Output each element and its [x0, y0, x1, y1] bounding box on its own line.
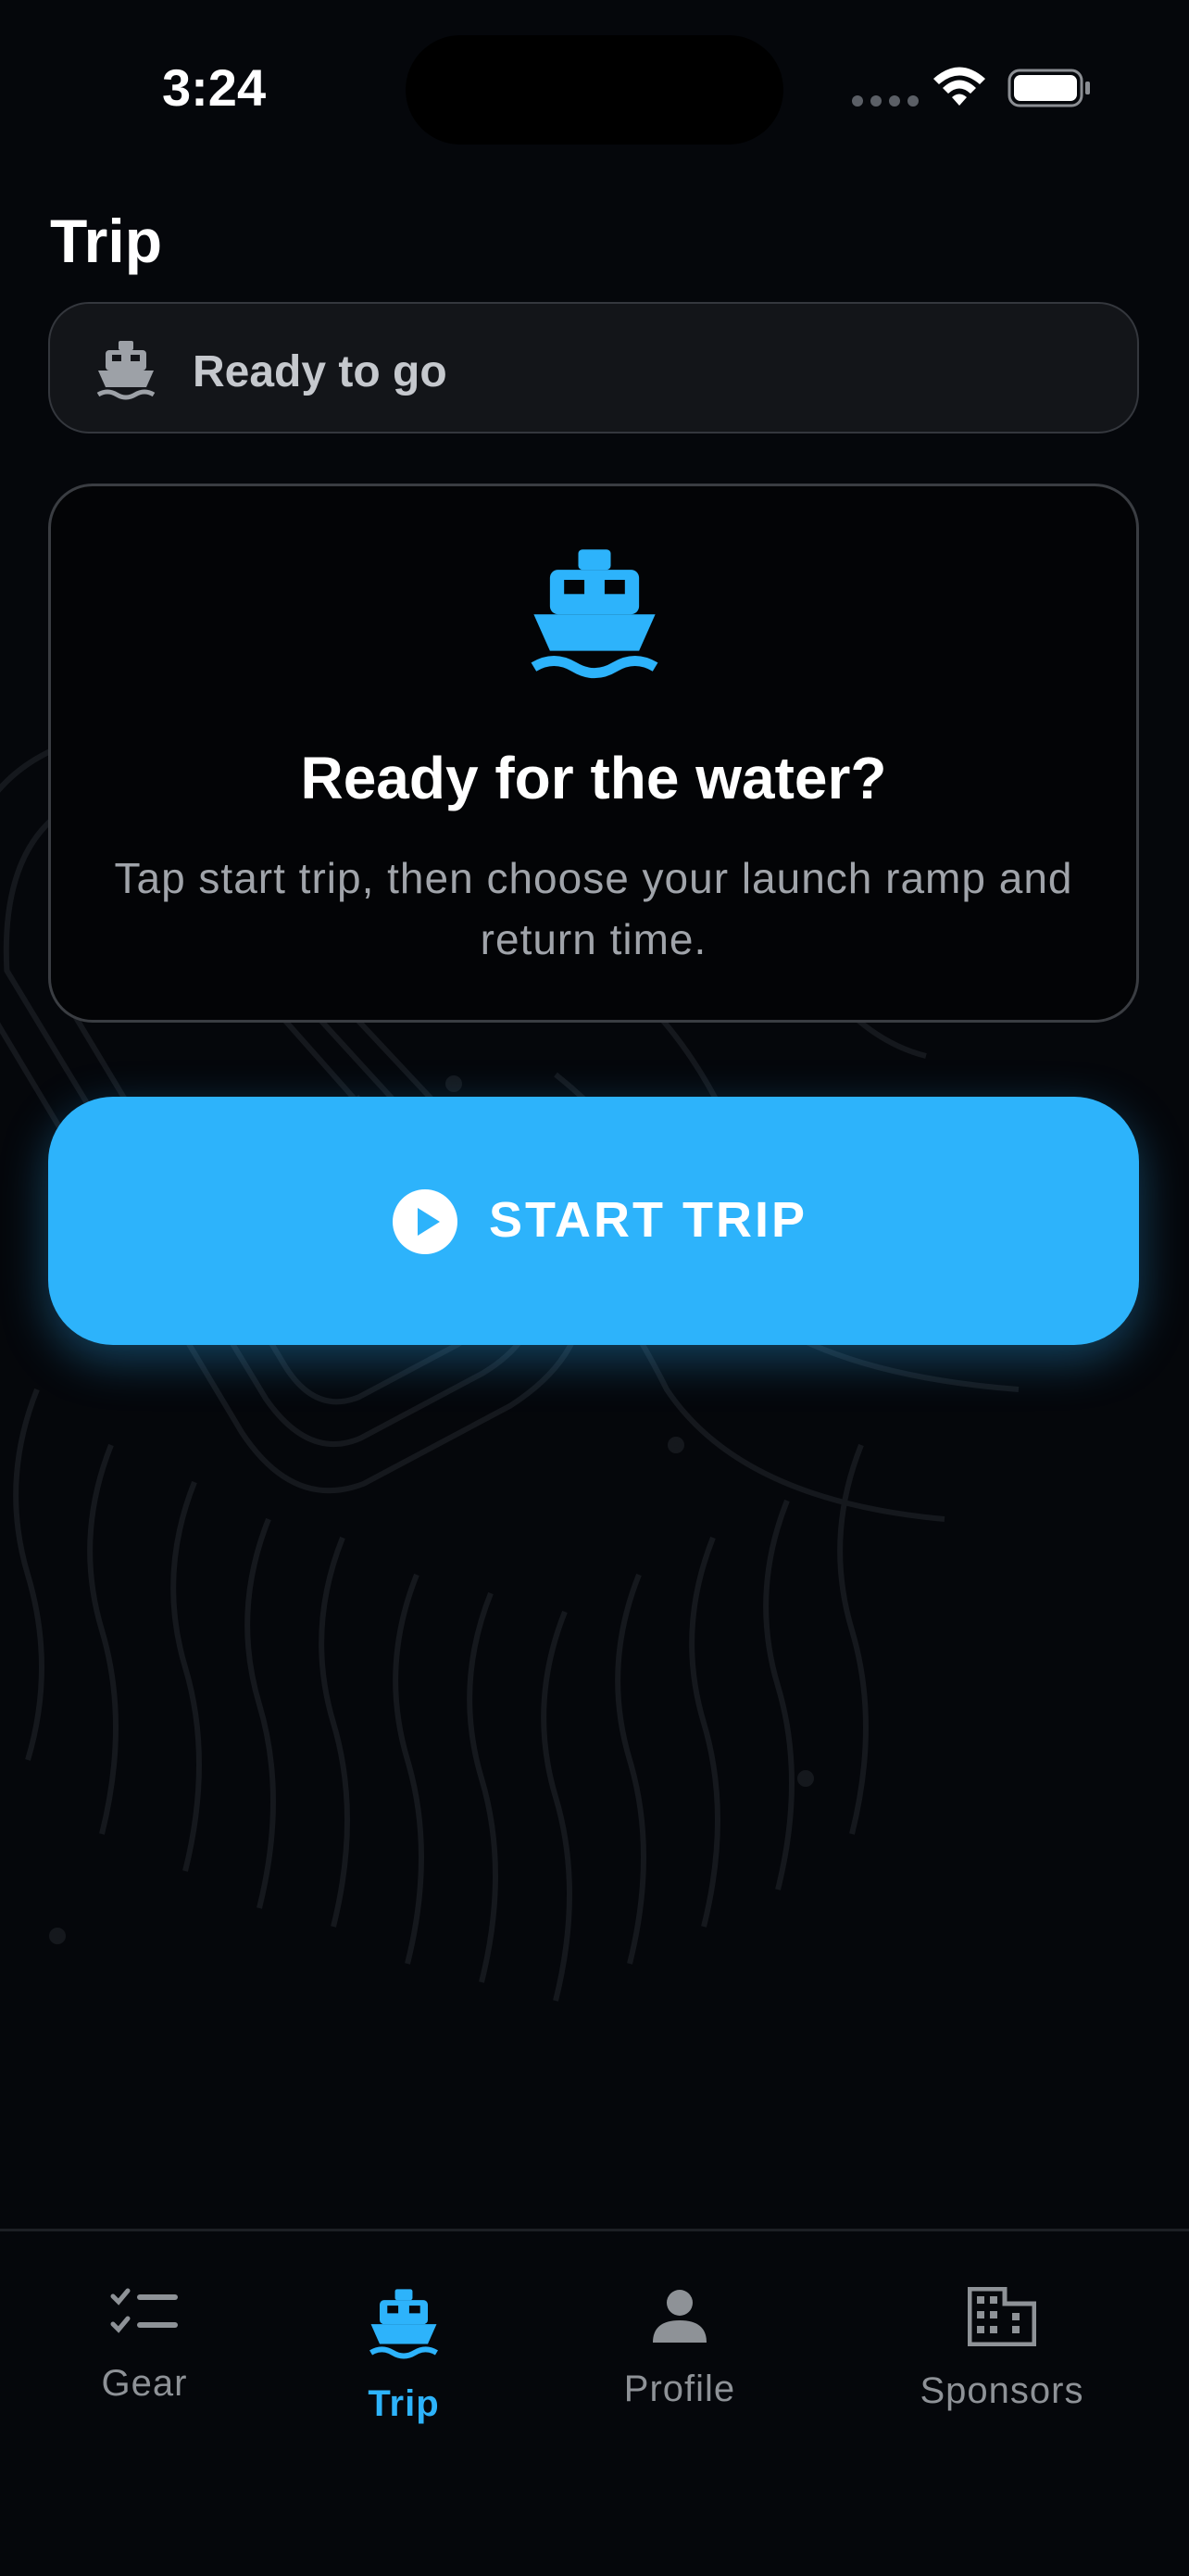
boat-icon	[369, 2289, 438, 2359]
card-title: Ready for the water?	[300, 745, 887, 811]
tab-sponsors-label: Sponsors	[920, 2370, 1084, 2411]
wifi-icon	[933, 67, 985, 106]
boat-icon	[96, 341, 156, 400]
person-icon	[653, 2290, 707, 2343]
trip-status-pill: Ready to go	[48, 302, 1139, 434]
status-bar: 3:24	[0, 0, 1189, 176]
checklist-icon	[110, 2288, 178, 2333]
battery-icon	[1008, 69, 1090, 107]
trip-status-label: Ready to go	[193, 347, 447, 396]
cellular-signal-icon	[852, 95, 919, 107]
building-icon	[968, 2287, 1036, 2346]
tab-trip[interactable]: Trip	[293, 2287, 515, 2425]
tab-profile-label: Profile	[623, 2369, 736, 2409]
trip-info-card: Ready for the water? Tap start trip, the…	[48, 484, 1139, 1023]
status-time: 3:24	[162, 58, 267, 117]
card-description: Tap start trip, then choose your launch …	[114, 854, 1073, 963]
play-circle-icon	[393, 1189, 457, 1254]
tab-profile[interactable]: Profile	[569, 2287, 791, 2410]
boat-icon	[531, 549, 658, 679]
tab-gear[interactable]: Gear	[33, 2287, 256, 2405]
page-title: Trip	[50, 207, 163, 275]
tab-gear-label: Gear	[101, 2363, 188, 2404]
start-trip-label: START TRIP	[489, 1192, 807, 1248]
tab-sponsors[interactable]: Sponsors	[891, 2287, 1113, 2412]
tab-bar: Gear Trip Profile Sponsors	[0, 2229, 1189, 2576]
tab-trip-label: Trip	[368, 2383, 440, 2424]
dynamic-island	[406, 35, 783, 145]
start-trip-button[interactable]: START TRIP	[48, 1097, 1139, 1345]
